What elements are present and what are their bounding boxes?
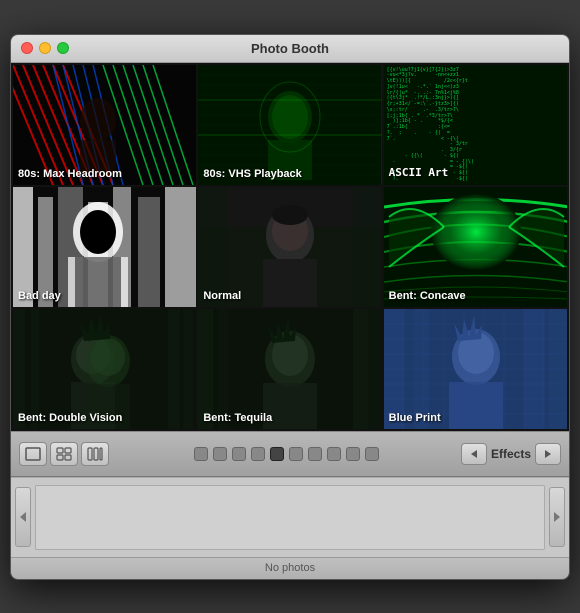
grid-view-icon — [56, 447, 72, 461]
scroll-left-icon — [19, 512, 27, 522]
page-dots — [119, 447, 455, 461]
view-strip-button[interactable] — [81, 442, 109, 466]
ascii-content: [{v!\uu?7j1{v}[7{J})>3z7 -vu<*3j?v. -nn<… — [384, 65, 567, 185]
photo-cell-ascii[interactable]: [{v!\uu?7j1{v}[7{J})>3z7 -vu<*3j?v. -nn<… — [384, 65, 567, 185]
dot-7[interactable] — [308, 447, 322, 461]
dot-3[interactable] — [232, 447, 246, 461]
dot-10[interactable] — [365, 447, 379, 461]
dot-6[interactable] — [289, 447, 303, 461]
titlebar: Photo Booth — [11, 35, 569, 63]
dot-8[interactable] — [327, 447, 341, 461]
window-title: Photo Booth — [251, 41, 329, 56]
strip-view-icon — [87, 447, 103, 461]
filmstrip-scroll-left[interactable] — [15, 487, 31, 547]
effects-group: Effects — [461, 443, 561, 465]
normal-visual — [198, 187, 381, 307]
tequila-visual — [198, 309, 381, 429]
view-single-button[interactable] — [19, 442, 47, 466]
dot-5[interactable] — [270, 447, 284, 461]
scroll-right-icon — [553, 512, 561, 522]
vhs-visual — [198, 65, 381, 185]
statusbar: No photos — [11, 557, 569, 579]
dot-9[interactable] — [346, 447, 360, 461]
photo-grid: 80s: Max Headroom — [11, 63, 569, 431]
blueprint-visual — [384, 309, 567, 429]
app-window: Photo Booth — [10, 34, 570, 580]
maximize-button[interactable] — [57, 42, 69, 54]
photo-cell-tequila[interactable]: Bent: Tequila — [198, 309, 381, 429]
photo-cell-doublevision[interactable]: Bent: Double Vision — [13, 309, 196, 429]
toolbar: Effects — [11, 431, 569, 477]
effects-label: Effects — [491, 447, 531, 461]
minimize-button[interactable] — [39, 42, 51, 54]
filmstrip-area — [11, 477, 569, 557]
prev-icon — [469, 449, 479, 459]
photo-cell-normal[interactable]: Normal — [198, 187, 381, 307]
status-text: No photos — [265, 562, 315, 574]
next-button[interactable] — [535, 443, 561, 465]
view-button-group — [19, 442, 109, 466]
photo-cell-badday[interactable]: Bad day — [13, 187, 196, 307]
prev-button[interactable] — [461, 443, 487, 465]
photo-cell-concave[interactable]: Bent: Concave — [384, 187, 567, 307]
photo-cell-blueprint[interactable]: Blue Print — [384, 309, 567, 429]
traffic-lights — [21, 42, 69, 54]
single-view-icon — [25, 447, 41, 461]
dot-4[interactable] — [251, 447, 265, 461]
photo-cell-vhs[interactable]: 80s: VHS Playback — [198, 65, 381, 185]
filmstrip-inner — [35, 485, 545, 550]
dot-2[interactable] — [213, 447, 227, 461]
headroom-visual — [13, 65, 196, 185]
concave-visual — [384, 187, 567, 307]
next-icon — [543, 449, 553, 459]
dot-1[interactable] — [194, 447, 208, 461]
doublevision-visual — [13, 309, 196, 429]
photo-cell-headroom[interactable]: 80s: Max Headroom — [13, 65, 196, 185]
close-button[interactable] — [21, 42, 33, 54]
view-grid-button[interactable] — [50, 442, 78, 466]
filmstrip-scroll-right[interactable] — [549, 487, 565, 547]
badday-visual — [13, 187, 196, 307]
